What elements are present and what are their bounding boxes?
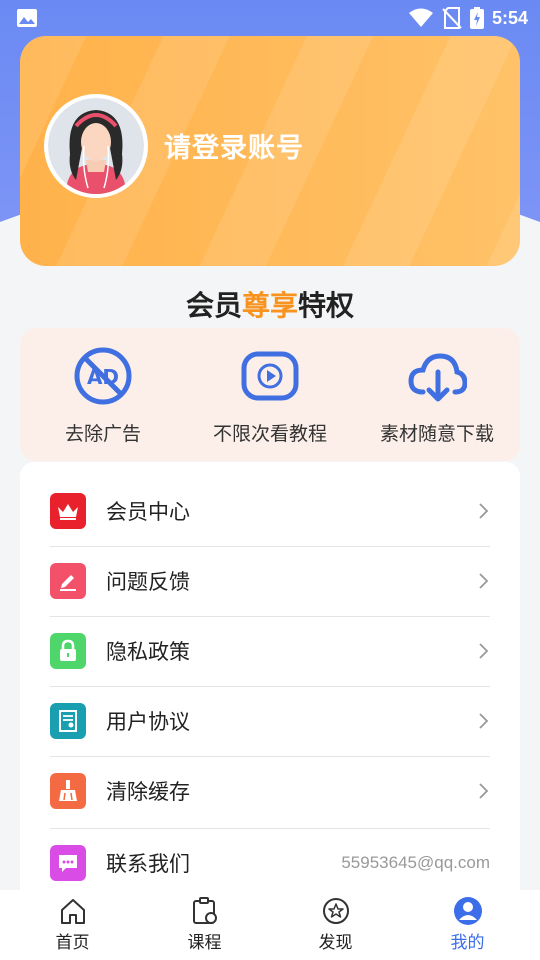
- privileges-title-suffix: 特权: [298, 289, 355, 322]
- crown-icon: [50, 493, 86, 529]
- profile-icon: [453, 897, 482, 925]
- privilege-label: 不限次看教程: [212, 423, 327, 445]
- avatar-illustration: [48, 98, 144, 194]
- privilege-item-tutorials[interactable]: 不限次看教程: [187, 328, 353, 461]
- tab-course[interactable]: 课程: [137, 890, 272, 960]
- lock-icon: [50, 633, 86, 669]
- settings-menu: 会员中心 问题反馈 隐私政策 用户协议 清除缓存 联系我们 55953645@q…: [20, 462, 520, 902]
- menu-item-vip-center[interactable]: 会员中心: [50, 476, 490, 546]
- menu-item-label: 联系我们: [106, 852, 190, 876]
- clock: 5:54: [491, 7, 528, 28]
- privileges-title: 会员尊享特权: [0, 284, 540, 324]
- privileges-panel: AD 去除广告 不限次看教程 素材随意下载: [20, 328, 520, 461]
- privilege-item-download[interactable]: 素材随意下载: [354, 328, 520, 461]
- wifi-icon: [408, 8, 433, 27]
- home-icon: [60, 899, 85, 924]
- tab-label: 课程: [187, 933, 222, 953]
- tab-label: 首页: [55, 933, 90, 953]
- battery-charging-icon: [469, 7, 484, 29]
- cloud-download-icon: [408, 353, 467, 402]
- menu-item-privacy-policy[interactable]: 隐私政策: [50, 616, 490, 686]
- video-play-icon: [241, 351, 299, 401]
- chevron-right-icon: [479, 643, 489, 659]
- menu-item-clear-cache[interactable]: 清除缓存: [50, 756, 490, 826]
- tab-label: 我的: [450, 933, 485, 953]
- discover-icon: [322, 898, 349, 924]
- menu-item-label: 清除缓存: [106, 780, 190, 804]
- gallery-icon: [17, 9, 37, 27]
- privilege-item-no-ads[interactable]: AD 去除广告: [20, 328, 186, 461]
- privileges-title-prefix: 会员: [185, 289, 242, 322]
- chevron-right-icon: [479, 783, 489, 799]
- menu-item-contact-us[interactable]: 联系我们 55953645@qq.com: [50, 828, 490, 898]
- no-ads-icon: AD: [74, 347, 132, 405]
- privileges-title-highlight: 尊享: [241, 289, 298, 322]
- document-icon: [50, 703, 86, 739]
- chevron-right-icon: [479, 713, 489, 729]
- no-sim-icon: [442, 7, 462, 29]
- menu-item-label: 用户协议: [106, 710, 190, 734]
- tab-bar: 首页 课程 发现 我的: [0, 890, 540, 960]
- privilege-label: 去除广告: [64, 423, 141, 445]
- menu-item-user-agreement[interactable]: 用户协议: [50, 686, 490, 756]
- privilege-label: 素材随意下载: [379, 423, 494, 445]
- chevron-right-icon: [479, 503, 489, 519]
- menu-item-label: 问题反馈: [106, 570, 190, 594]
- chat-icon: [50, 845, 86, 881]
- tab-home[interactable]: 首页: [5, 890, 140, 960]
- edit-icon: [50, 563, 86, 599]
- menu-item-feedback[interactable]: 问题反馈: [50, 546, 490, 616]
- contact-email: 55953645@qq.com: [341, 853, 490, 872]
- avatar[interactable]: [44, 94, 148, 198]
- course-icon: [192, 897, 217, 924]
- menu-item-label: 隐私政策: [106, 640, 190, 664]
- menu-item-label: 会员中心: [106, 500, 190, 524]
- tab-profile[interactable]: 我的: [400, 890, 535, 960]
- svg-text:AD: AD: [87, 365, 119, 389]
- tab-discover[interactable]: 发现: [268, 890, 403, 960]
- login-prompt[interactable]: 请登录账号: [164, 126, 304, 165]
- broom-icon: [50, 773, 86, 809]
- chevron-right-icon: [479, 573, 489, 589]
- status-bar: 5:54: [0, 0, 540, 36]
- tab-label: 发现: [318, 933, 353, 953]
